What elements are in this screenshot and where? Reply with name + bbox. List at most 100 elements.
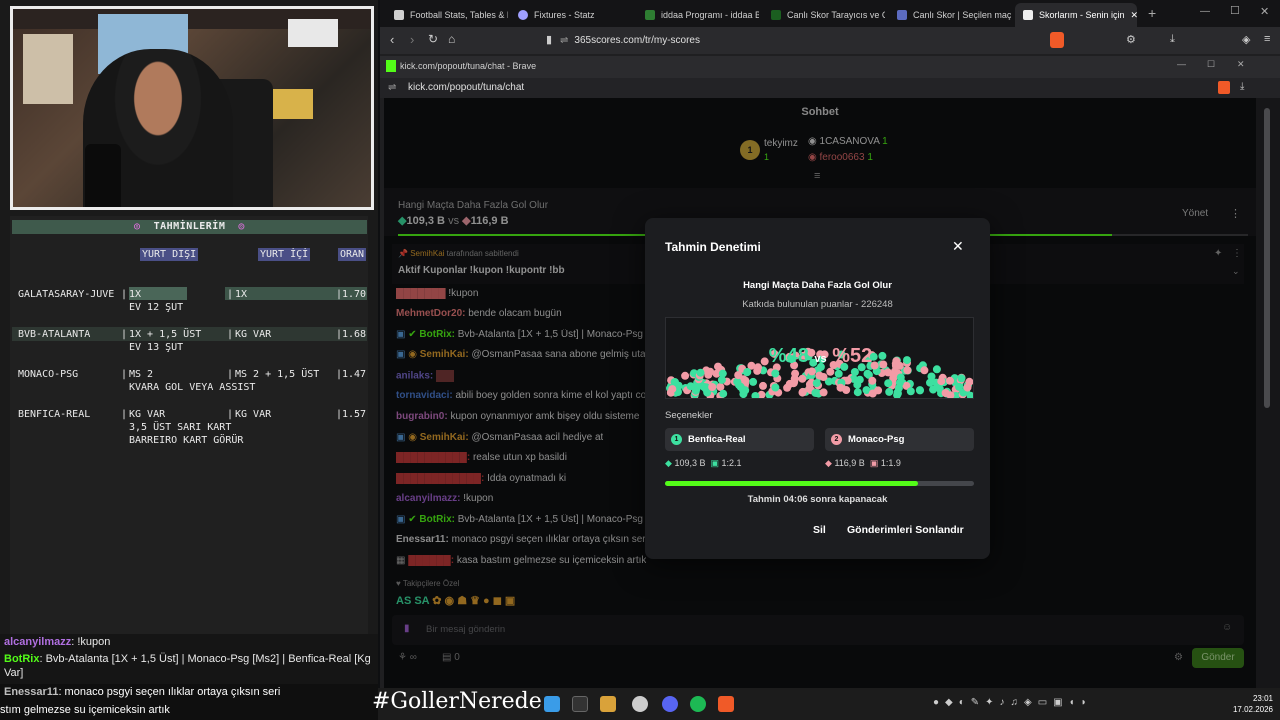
popup-maximize-icon[interactable]: ☐ (1207, 59, 1215, 70)
start-icon[interactable] (544, 696, 560, 712)
scrollbar[interactable] (1256, 98, 1280, 688)
tab-iddaa[interactable]: iddaa Programı - iddaa Bü (637, 3, 759, 27)
downloads-icon[interactable]: ⤓ (1170, 33, 1175, 46)
download-icon[interactable]: ⤓ (1240, 81, 1244, 92)
versus-label: vs (814, 353, 827, 365)
prediction-dot (681, 371, 690, 380)
prediction-dot (798, 388, 807, 397)
options-label: Seçenekler (665, 410, 713, 421)
prediction-dot (670, 378, 679, 387)
prediction-dot (798, 374, 807, 383)
extensions-icon[interactable]: ⚙ (1126, 33, 1136, 46)
prediction-dot (771, 383, 780, 392)
time-progress-fill (665, 481, 919, 486)
discord-icon[interactable] (662, 696, 678, 712)
popup-close-icon[interactable]: ✕ (1237, 59, 1245, 70)
prediction-question: Hangi Maçta Daha Fazla Gol Olur (743, 280, 892, 291)
close-icon[interactable]: ✕ (952, 238, 964, 255)
prediction-dot (696, 368, 705, 377)
option-benfica-real[interactable]: 1 Benfica-Real (665, 428, 814, 451)
prediction-dot (853, 388, 862, 397)
tab-canli-skor[interactable]: Canlı Skor Tarayıcıs ve Ca (763, 3, 885, 27)
match-name: BVB-ATALANTA (18, 329, 91, 340)
points-icon: ◆ (665, 458, 672, 468)
tab-fixtures[interactable]: Fixtures - Statz (510, 3, 632, 27)
prediction-dot (686, 382, 695, 391)
prediction-dot (668, 385, 677, 394)
site-info-icon[interactable]: ⇌ (388, 82, 396, 93)
tab-football-stats[interactable]: Football Stats, Tables & Da (386, 3, 508, 27)
forward-icon[interactable]: › (410, 32, 414, 47)
wallet-icon[interactable]: ◈ (1242, 33, 1250, 46)
option-monaco-psg[interactable]: 2 Monaco-Psg (825, 428, 974, 451)
webcam-feed (10, 6, 374, 210)
prediction-dot (807, 367, 816, 376)
pick-domestic: KG VAR (235, 329, 272, 340)
tab-favicon (645, 10, 655, 20)
option-label: Benfica-Real (688, 434, 746, 445)
prediction-dot (819, 373, 828, 381)
popup-url-bar: ⇌ kick.com/popout/tuna/chat ⤓ (380, 78, 1280, 98)
prediction-dot (717, 375, 726, 384)
ratio-icon: ▣ (869, 458, 879, 468)
header-yurt-disi: YURT DIŞI (140, 248, 199, 261)
separator: | (121, 409, 128, 420)
prediction-dot (885, 387, 894, 396)
stream-chat-overlay: alcanyilmazz: !kupon BotRix: Bvb-Atalant… (0, 634, 378, 684)
tab-title: Canlı Skor | Seçilen maçla (913, 10, 1011, 20)
end-submissions-button[interactable]: Gönderimleri Sonlandır (847, 524, 964, 536)
scrollbar-thumb[interactable] (1264, 108, 1270, 408)
prediction-visual: %48 vs %52 (665, 317, 974, 399)
chat-user: alcanyilmazz (4, 636, 72, 648)
tab-skorlarim[interactable]: Skorlarım - Senin için ✕ (1015, 3, 1137, 27)
tab-strip: Football Stats, Tables & Da Fixtures - S… (380, 0, 1280, 27)
microphone (85, 144, 121, 207)
prediction-dot (853, 380, 862, 389)
chat-text: : Bvb-Atalanta [1X + 1,5 Üst] | Monaco-P… (4, 653, 371, 679)
menu-icon[interactable]: ≡ (1264, 33, 1270, 45)
file-explorer-icon[interactable] (600, 696, 616, 712)
close-window-icon[interactable]: ✕ (1260, 5, 1269, 18)
separator: | (121, 369, 128, 380)
brave-icon[interactable] (718, 696, 734, 712)
match-name: GALATASARAY-JUVE (18, 289, 115, 300)
kick-logo-icon (386, 60, 396, 72)
spotify-icon[interactable] (690, 696, 706, 712)
site-settings-icon[interactable]: ⇌ (560, 35, 568, 46)
brave-shields-icon[interactable] (1218, 81, 1230, 94)
predictions-title: ◎ TAHMİNLERİM ◎ (12, 220, 367, 234)
prediction-dot (741, 386, 750, 395)
separator: | (227, 289, 234, 300)
url-field[interactable]: ⇌ 365scores.com/tr/my-scores (560, 31, 1070, 50)
chat-user: BotRix (4, 653, 40, 665)
prediction-dot (915, 386, 924, 395)
close-tab-icon[interactable]: ✕ (1131, 10, 1137, 21)
popup-minimize-icon[interactable]: — (1177, 59, 1186, 69)
popup-title: kick.com/popout/tuna/chat - Brave (400, 61, 537, 71)
prediction-dot (819, 388, 828, 397)
address-bar-row: ‹ › ↻ ⌂ ▮ ⇌ 365scores.com/tr/my-scores ⚙ … (380, 27, 1280, 54)
obs-icon[interactable] (632, 696, 648, 712)
home-icon[interactable]: ⌂ (448, 32, 455, 46)
clock-date: 17.02.2026 (1232, 705, 1273, 714)
tab-title: Fixtures - Statz (534, 10, 595, 20)
tab-canli-skor-2[interactable]: Canlı Skor | Seçilen maçla (889, 3, 1011, 27)
new-tab-icon[interactable]: + (1148, 5, 1156, 21)
prediction-dot (753, 366, 762, 375)
delete-button[interactable]: Sil (813, 524, 826, 536)
bookmark-icon[interactable]: ▮ (546, 33, 552, 46)
target-icon: ◎ (238, 221, 245, 232)
reload-icon[interactable]: ↻ (428, 32, 438, 46)
minimize-icon[interactable]: — (1200, 6, 1210, 17)
clock[interactable]: 23:01 17.02.2026 (1228, 693, 1273, 715)
chat-text: stım gelmezse su içemiceksin artık (0, 704, 170, 716)
separator: | (121, 329, 128, 340)
prediction-dot (893, 388, 902, 397)
stream-hashtag: #GollerNerede (372, 689, 542, 714)
prediction-dot (868, 389, 877, 398)
search-icon[interactable] (572, 696, 588, 712)
tray-icons[interactable]: ●◆◐✎✦♪♫◈▭▣◖◗ (933, 697, 1093, 708)
back-icon[interactable]: ‹ (390, 32, 394, 47)
brave-shields-icon[interactable] (1050, 32, 1064, 48)
maximize-icon[interactable]: ☐ (1230, 4, 1240, 17)
